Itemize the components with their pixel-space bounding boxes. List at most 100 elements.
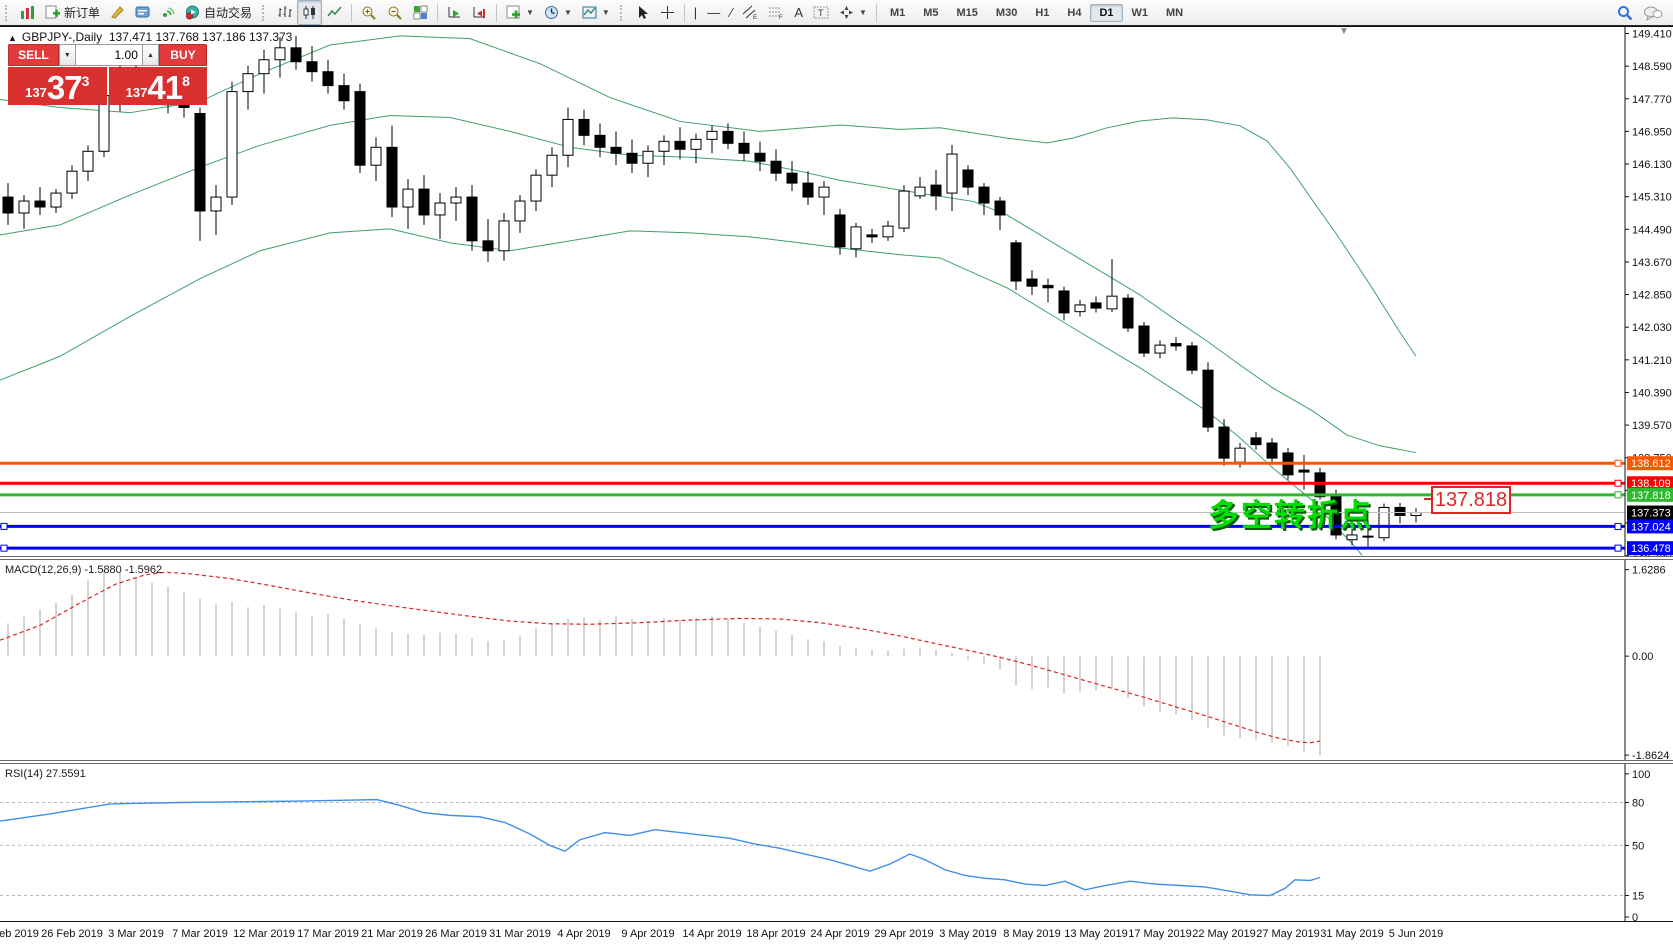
candle-body: [387, 147, 397, 207]
rsi-panel-canvas[interactable]: 1008050150: [0, 764, 1673, 921]
new-order-button[interactable]: 新订单: [40, 0, 105, 25]
volume-up-button[interactable]: ▲: [142, 44, 159, 66]
zoom-out-button[interactable]: [382, 0, 408, 25]
terminal-button[interactable]: [130, 0, 155, 25]
templates-dropdown[interactable]: ▼: [577, 0, 615, 25]
chart-shift-marker-icon[interactable]: ▼: [1339, 26, 1349, 37]
toolbar-separator: [351, 4, 352, 22]
text-tool-button[interactable]: A: [789, 0, 808, 25]
candle-body: [1235, 448, 1245, 462]
periods-dropdown[interactable]: ▼: [539, 0, 577, 25]
chat-icon[interactable]: [1643, 5, 1663, 21]
arrows-dropdown[interactable]: ▼: [834, 0, 872, 25]
price-tick-label: 149.410: [1632, 28, 1672, 40]
line-chart-button[interactable]: [322, 0, 347, 25]
candle-body: [3, 197, 13, 213]
macd-panel-canvas[interactable]: 1.62860.00-1.8624: [0, 560, 1673, 760]
candle-body: [403, 189, 413, 207]
collapse-triangle-icon[interactable]: ▲: [8, 33, 17, 43]
chart-shift-button[interactable]: [467, 0, 492, 25]
rsi-line: [0, 800, 1320, 896]
date-tick-label: 24 Apr 2019: [810, 928, 869, 940]
date-tick-label: 31 Mar 2019: [489, 928, 551, 940]
toolbar: 新订单 自动交易: [0, 0, 1673, 26]
date-tick-label: 13 May 2019: [1064, 928, 1128, 940]
timeframe-button-M5[interactable]: M5: [914, 4, 947, 22]
sell-button[interactable]: SELL: [8, 44, 59, 66]
sell-price-sup: 3: [82, 73, 90, 89]
candle-body: [803, 183, 813, 197]
bar-chart-button[interactable]: [272, 0, 297, 25]
zoom-in-button[interactable]: [356, 0, 382, 25]
main-chart-canvas[interactable]: 149.410148.590147.770146.950146.130145.3…: [0, 26, 1673, 556]
symbol-period-label: GBPJPY-,Daily: [22, 30, 102, 44]
ohlc-values: 137.471 137.768 137.186 137.373: [109, 30, 293, 44]
vline-tool-button[interactable]: |: [689, 0, 702, 25]
timeframe-button-M1[interactable]: M1: [881, 4, 914, 22]
candle-body: [883, 226, 893, 237]
fibonacci-tool-button[interactable]: F: [763, 0, 789, 25]
channel-tool-button[interactable]: E: [737, 0, 763, 25]
timeframe-button-H1[interactable]: H1: [1026, 4, 1058, 22]
buy-price-panel[interactable]: 137 41 8: [109, 67, 208, 105]
candle-body: [755, 153, 765, 161]
label-tool-button[interactable]: T: [808, 0, 834, 25]
signals-button[interactable]: [155, 0, 180, 25]
date-tick-label: 17 May 2019: [1128, 928, 1192, 940]
cursor-tool-button[interactable]: [630, 0, 655, 25]
candle-body: [323, 72, 333, 86]
candle-body: [1027, 279, 1037, 286]
candle-body: [51, 193, 61, 207]
sell-price-panel[interactable]: 137 37 3: [8, 67, 107, 105]
candle-body: [915, 187, 925, 196]
timeframe-button-MN[interactable]: MN: [1157, 4, 1192, 22]
channel-icon: E: [742, 5, 758, 20]
rsi-axis-label: 100: [1632, 769, 1650, 781]
tile-windows-button[interactable]: [408, 0, 433, 25]
macd-axis-label: 1.6286: [1632, 565, 1666, 577]
line-handle: [1615, 545, 1621, 551]
timeframe-button-H4[interactable]: H4: [1058, 4, 1090, 22]
volume-input[interactable]: [76, 44, 142, 66]
arrows-icon: [839, 5, 854, 20]
candle-body: [1107, 296, 1117, 309]
crosshair-tool-button[interactable]: [655, 0, 680, 25]
candle-body: [195, 113, 205, 211]
candle-body: [835, 215, 845, 247]
indicators-dropdown[interactable]: ▼: [501, 0, 539, 25]
macd-axis-label: 0.00: [1632, 651, 1653, 663]
date-tick-label: 12 Mar 2019: [233, 928, 295, 940]
date-tick-label: 5 Jun 2019: [1389, 928, 1443, 940]
candle-chart-button[interactable]: [297, 0, 322, 25]
candle-body: [643, 151, 653, 163]
autotrading-label: 自动交易: [204, 4, 252, 21]
candle-body: [947, 154, 957, 193]
macd-name: MACD(12,26,9): [5, 564, 81, 576]
date-axis[interactable]: 21 Feb 201926 Feb 20193 Mar 20197 Mar 20…: [0, 921, 1673, 945]
hline-tool-button[interactable]: —: [702, 0, 725, 25]
price-tick-label: 142.850: [1632, 290, 1672, 302]
timeframe-button-M15[interactable]: M15: [948, 4, 987, 22]
timeframe-button-M30[interactable]: M30: [987, 4, 1026, 22]
candle-body: [611, 147, 621, 153]
candle-body: [451, 197, 461, 203]
candle-body: [563, 119, 573, 155]
autotrading-button[interactable]: 自动交易: [180, 0, 257, 25]
timeframe-button-D1[interactable]: D1: [1090, 4, 1122, 22]
metaeditor-button[interactable]: [105, 0, 130, 25]
trendline-tool-button[interactable]: ∕: [725, 0, 737, 25]
search-icon[interactable]: [1617, 5, 1633, 21]
timeframe-button-W1[interactable]: W1: [1123, 4, 1158, 22]
price-tick-label: 141.210: [1632, 355, 1672, 367]
volume-down-button[interactable]: ▼: [59, 44, 76, 66]
buy-button[interactable]: BUY: [159, 44, 207, 66]
metaeditor-icon: [110, 5, 125, 20]
toolbar-separator: [876, 4, 877, 22]
candle-body: [1219, 427, 1229, 458]
auto-scroll-button[interactable]: [442, 0, 467, 25]
price-tag-label[interactable]: 137.818: [1431, 486, 1511, 514]
candle-body: [547, 155, 557, 175]
candle-body: [851, 227, 861, 249]
turning-point-annotation[interactable]: 多空转折点: [1208, 490, 1373, 535]
indicators-icon: [506, 5, 521, 20]
